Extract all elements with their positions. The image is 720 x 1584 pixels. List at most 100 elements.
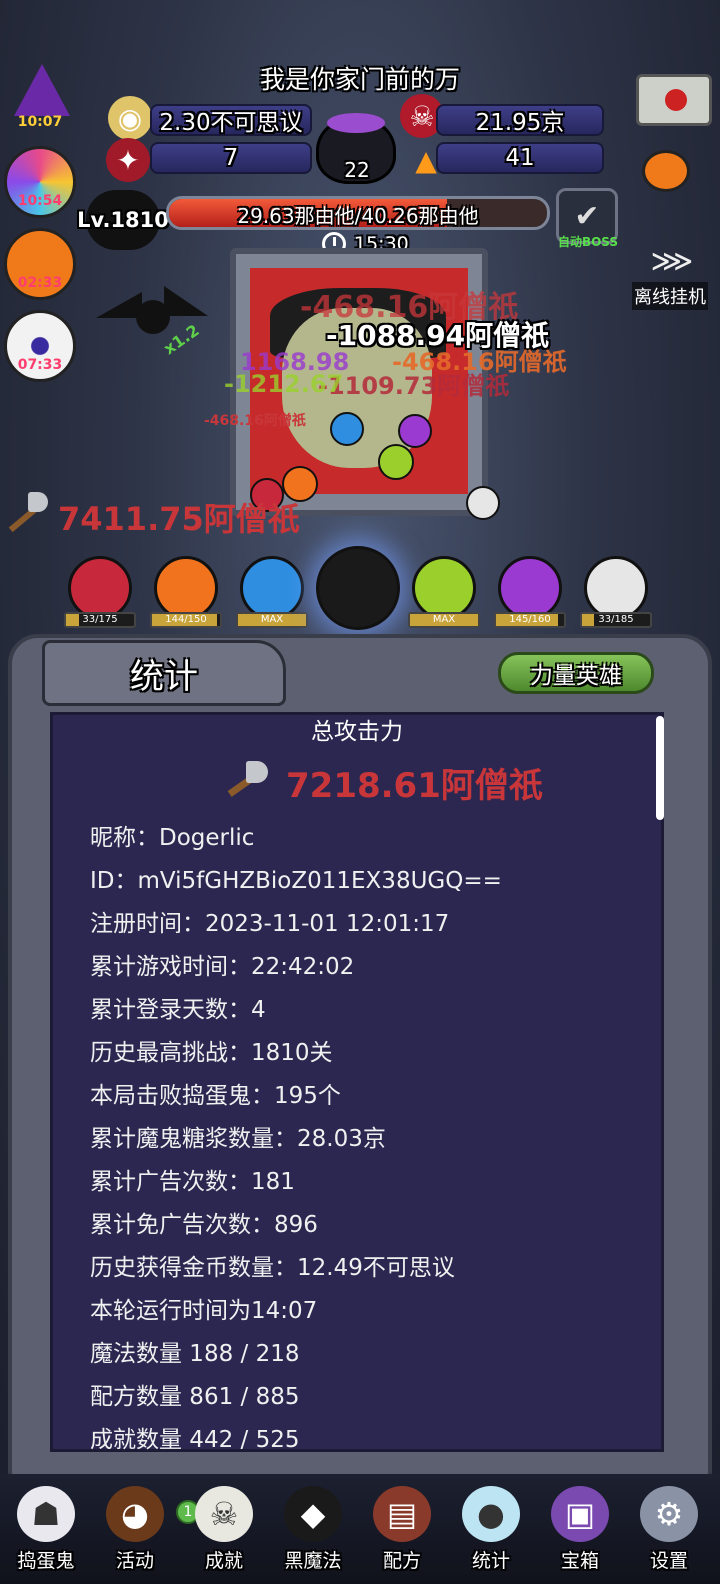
hero-orb[interactable]	[498, 556, 562, 620]
hero-orb[interactable]	[584, 556, 648, 620]
fish-bone-icon[interactable]: ⋙	[636, 244, 708, 280]
nav-item[interactable]: ▤ 配方	[358, 1486, 446, 1573]
tab-power-hero[interactable]: 力量英雄	[498, 652, 654, 694]
stat-row: 历史获得金币数量：12.49不可思议	[90, 1255, 455, 1281]
stat-row: ID：mVi5fGHZBioZ011EX38UGQ==	[90, 868, 502, 894]
hero-orb[interactable]	[154, 556, 218, 620]
gold-pile-icon: ◉	[108, 96, 152, 140]
nav-item[interactable]: ● 统计	[447, 1486, 535, 1573]
syrup-value: 21.95京	[475, 110, 565, 136]
stat-row: 本轮运行时间为14:07	[90, 1298, 318, 1324]
nav-label: 配方	[382, 1550, 421, 1572]
stat-row: 累计免广告次数：896	[90, 1212, 318, 1238]
axe-icon	[220, 760, 280, 805]
stat-row: 本局击败捣蛋鬼：195个	[90, 1083, 341, 1109]
auto-boss-label: 自动BOSS	[557, 235, 619, 249]
treasure-chest-icon: ▣	[551, 1486, 609, 1542]
hero-progress-text: 33/185	[598, 614, 634, 625]
lollipop-timer[interactable]: 10:54	[4, 146, 76, 218]
stat-row: 累计登录天数：4	[90, 997, 266, 1023]
nav-label: 统计	[471, 1550, 510, 1572]
black-demon-icon: ◆	[284, 1486, 342, 1542]
witch-hat-timer[interactable]: 10:07	[4, 64, 76, 136]
nav-label: 成就	[204, 1550, 243, 1572]
green-zombie-orb	[378, 444, 414, 480]
nav-label: 宝箱	[560, 1550, 599, 1572]
witch-hat-icon	[14, 64, 70, 116]
mail-button[interactable]	[636, 74, 712, 126]
nav-item[interactable]: ☗ 捣蛋鬼	[2, 1486, 90, 1573]
syrup-counter: 21.95京	[436, 104, 604, 136]
cauldron-count: 22	[344, 158, 370, 182]
player-name: 我是你家门前的万	[259, 65, 460, 94]
candy-corn-counter: 41	[436, 142, 604, 174]
eyeball-cake-icon: ◕	[106, 1486, 164, 1542]
hero-orb[interactable]	[412, 556, 476, 620]
pumpkin-timer-text: 02:33	[17, 275, 63, 291]
hero-progress-text: 145/160	[509, 614, 551, 625]
stat-row: 注册时间：2023-11-01 12:01:17	[90, 911, 450, 937]
mail-seal-icon	[665, 89, 687, 111]
hero-orb[interactable]	[316, 546, 400, 630]
stat-row: 昵称：Dogerlic	[90, 825, 255, 851]
nav-item[interactable]: ☠ 成就	[180, 1486, 268, 1573]
gold-counter: 2.30不可思议	[150, 104, 312, 136]
stat-row: 成就数量 442 / 525	[90, 1427, 300, 1453]
stat-row: 魔法数量 188 / 218	[90, 1341, 300, 1367]
nav-item[interactable]: ◕ 活动	[91, 1486, 179, 1573]
nav-item[interactable]: ▣ 宝箱	[536, 1486, 624, 1573]
crystal-ball-icon: ●	[462, 1486, 520, 1542]
hero-progress-bar: MAX	[408, 612, 480, 628]
ghost-icon: ☗	[17, 1486, 75, 1542]
nav-label: 活动	[115, 1550, 154, 1572]
hero-progress-text: 144/150	[165, 614, 207, 625]
hero-progress-fill	[66, 614, 79, 626]
hero-progress-text: MAX	[260, 614, 284, 625]
axe-icon	[4, 492, 52, 533]
total-attack-title: 总攻击力	[311, 719, 403, 745]
boss-hp-text: 29.63那由他/40.26那由他	[237, 204, 479, 228]
damage-number: 1168.98	[240, 348, 350, 376]
skull-icon: ☠	[195, 1486, 253, 1542]
pumpkin-potion-icon[interactable]	[642, 150, 690, 192]
stat-row: 累计广告次数：181	[90, 1169, 295, 1195]
nav-label: 黑魔法	[284, 1550, 342, 1572]
candy-value: 7	[223, 145, 239, 171]
damage-number: -468.16阿僧祇	[204, 413, 306, 429]
lollipop-timer-text: 10:54	[17, 193, 63, 209]
stat-row: 累计魔鬼糖浆数量：28.03京	[90, 1126, 386, 1152]
offline-idle-label[interactable]: 离线挂机	[632, 282, 708, 310]
recipe-book-icon: ▤	[373, 1486, 431, 1542]
hero-progress-bar: 145/160	[494, 612, 566, 628]
nav-label: 设置	[649, 1550, 688, 1572]
stat-row: 历史最高挑战：1810关	[90, 1040, 333, 1066]
candy-corn-value: 41	[505, 145, 535, 171]
pumpkin-timer[interactable]: 02:33	[4, 228, 76, 300]
gold-value: 2.30不可思议	[159, 110, 303, 136]
hero-progress-bar: MAX	[236, 612, 308, 628]
blue-zombie-orb	[330, 412, 364, 446]
nav-item[interactable]: ⚙ 设置	[625, 1486, 713, 1573]
eyeball-timer[interactable]: 07:33	[4, 310, 76, 382]
hero-progress-bar: 33/185	[580, 612, 652, 628]
hero-orb[interactable]	[240, 556, 304, 620]
tab-stats[interactable]: 统计	[42, 640, 286, 706]
nav-label: 捣蛋鬼	[17, 1550, 75, 1572]
hero-progress-text: MAX	[432, 614, 456, 625]
hero-progress-text: 33/175	[82, 614, 118, 625]
hero-progress-fill	[582, 614, 595, 626]
hero-progress-bar: 144/150	[150, 612, 222, 628]
nav-item[interactable]: ◆ 黑魔法	[269, 1486, 357, 1573]
candy-counter: 7	[150, 142, 312, 174]
total-attack: 7218.61阿僧祇	[220, 758, 543, 807]
stat-row: 累计游戏时间：22:42:02	[90, 954, 355, 980]
hero-progress-bar: 33/175	[64, 612, 136, 628]
total-attack-value: 7218.61阿僧祇	[286, 766, 543, 806]
gear-icon: ⚙	[640, 1486, 698, 1542]
stat-row: 配方数量 861 / 885	[90, 1384, 300, 1410]
purple-swirl-orb	[398, 414, 432, 448]
boss-level: Lv.1810	[77, 190, 169, 250]
axe-damage: 7411.75阿僧祇	[58, 500, 300, 538]
eyeball-timer-text: 07:33	[17, 357, 63, 373]
hero-orb[interactable]	[68, 556, 132, 620]
